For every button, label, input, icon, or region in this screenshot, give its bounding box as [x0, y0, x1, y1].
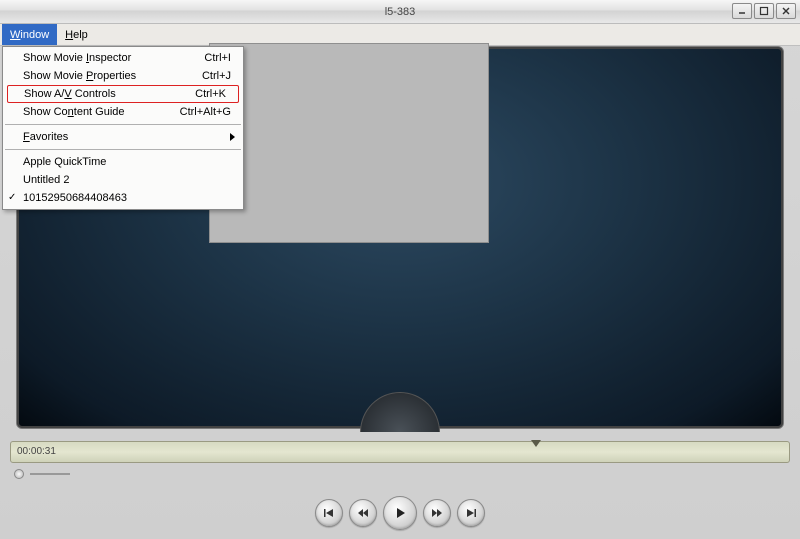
shortcut-label: Ctrl+J [202, 70, 235, 82]
play-button[interactable] [383, 496, 417, 530]
menu-window[interactable]: Window [2, 24, 57, 45]
minimize-button[interactable] [732, 3, 752, 19]
submenu-arrow-icon [230, 133, 235, 141]
check-icon: ✓ [8, 192, 16, 203]
titlebar: l5-383 [0, 0, 800, 24]
seek-bar[interactable]: 00:00:31 [10, 441, 790, 463]
menu-separator [5, 149, 241, 150]
menu-window-apple-quicktime[interactable]: Apple QuickTime [3, 153, 243, 171]
menu-separator [5, 124, 241, 125]
menu-window-numeric[interactable]: ✓ 10152950684408463 [3, 189, 243, 207]
volume-handle-icon[interactable] [14, 469, 24, 479]
menu-favorites[interactable]: Favorites [3, 128, 243, 146]
menu-show-movie-properties[interactable]: Show Movie Properties Ctrl+J [3, 67, 243, 85]
shortcut-label: Ctrl+I [204, 52, 235, 64]
forward-button[interactable] [423, 499, 451, 527]
menu-help[interactable]: Help [57, 24, 96, 45]
skip-back-button[interactable] [315, 499, 343, 527]
menu-show-av-controls[interactable]: Show A/V Controls Ctrl+K [7, 85, 239, 103]
dock-knob-icon [360, 392, 440, 432]
time-elapsed: 00:00:31 [17, 446, 56, 457]
transport-controls [0, 493, 800, 533]
close-button[interactable] [776, 3, 796, 19]
menu-window-untitled-2[interactable]: Untitled 2 [3, 171, 243, 189]
maximize-button[interactable] [754, 3, 774, 19]
shortcut-label: Ctrl+Alt+G [180, 106, 235, 118]
shortcut-label: Ctrl+K [195, 88, 230, 100]
seek-handle-icon[interactable] [531, 440, 541, 447]
menu-show-content-guide[interactable]: Show Content Guide Ctrl+Alt+G [3, 103, 243, 121]
volume-slider[interactable] [14, 469, 70, 479]
overlay-panel [209, 43, 489, 243]
rewind-button[interactable] [349, 499, 377, 527]
window-menu-dropdown: Show Movie Inspector Ctrl+I Show Movie P… [2, 46, 244, 210]
menu-show-movie-inspector[interactable]: Show Movie Inspector Ctrl+I [3, 49, 243, 67]
window-buttons [732, 3, 796, 19]
progress-area: 00:00:31 [4, 435, 796, 491]
window-title: l5-383 [385, 6, 416, 18]
volume-track [30, 473, 70, 475]
skip-forward-button[interactable] [457, 499, 485, 527]
